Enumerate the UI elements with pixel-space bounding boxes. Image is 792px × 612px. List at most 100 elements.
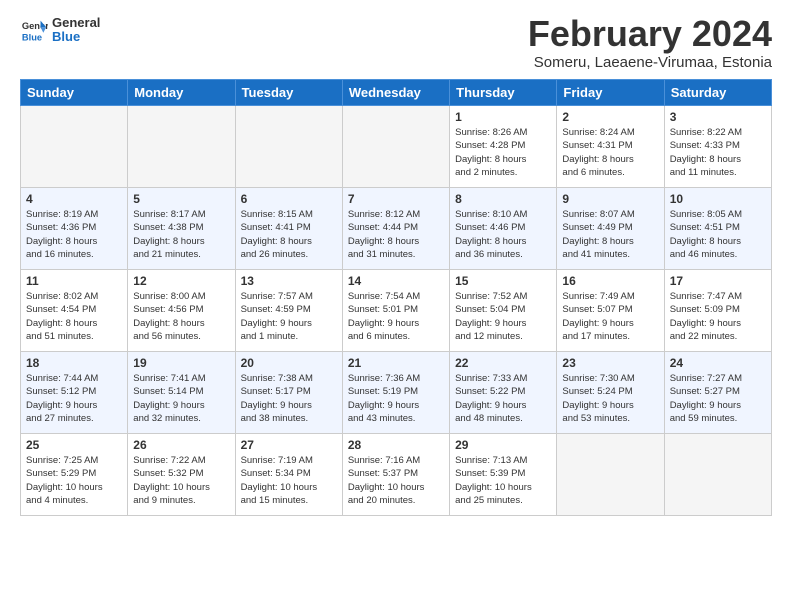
week-row-0: 1Sunrise: 8:26 AM Sunset: 4:28 PM Daylig… [21, 106, 772, 188]
calendar-cell: 26Sunrise: 7:22 AM Sunset: 5:32 PM Dayli… [128, 434, 235, 516]
week-row-2: 11Sunrise: 8:02 AM Sunset: 4:54 PM Dayli… [21, 270, 772, 352]
day-number: 13 [241, 274, 337, 288]
day-info: Sunrise: 7:36 AM Sunset: 5:19 PM Dayligh… [348, 372, 444, 425]
day-number: 17 [670, 274, 766, 288]
day-info: Sunrise: 8:24 AM Sunset: 4:31 PM Dayligh… [562, 126, 658, 179]
week-row-1: 4Sunrise: 8:19 AM Sunset: 4:36 PM Daylig… [21, 188, 772, 270]
calendar-header-row: Sunday Monday Tuesday Wednesday Thursday… [21, 80, 772, 106]
calendar-cell: 24 Sunrise: 7:27 AM Sunset: 5:27 PM Dayli… [664, 352, 771, 434]
calendar-cell: 22 Sunrise: 7:33 AM Sunset: 5:22 PM Dayli… [450, 352, 557, 434]
calendar-cell: 23Sunrise: 7:30 AM Sunset: 5:24 PM Dayli… [557, 352, 664, 434]
day-info: Sunrise: 8:10 AM Sunset: 4:46 PM Dayligh… [455, 208, 551, 261]
calendar-cell: 21Sunrise: 7:36 AM Sunset: 5:19 PM Dayli… [342, 352, 449, 434]
day-number: 20 [241, 356, 337, 370]
calendar-cell: 5 Sunrise: 8:17 AM Sunset: 4:38 PM Daylig… [128, 188, 235, 270]
calendar-cell: 10 Sunrise: 8:05 AM Sunset: 4:51 PM Dayli… [664, 188, 771, 270]
calendar-cell [342, 106, 449, 188]
day-info: Sunrise: 7:41 AM Sunset: 5:14 PM Dayligh… [133, 372, 229, 425]
calendar-cell: 20 Sunrise: 7:38 AM Sunset: 5:17 PM Dayli… [235, 352, 342, 434]
day-info: Sunrise: 8:05 AM Sunset: 4:51 PM Dayligh… [670, 208, 766, 261]
calendar-cell [235, 106, 342, 188]
header: General Blue General Blue February 2024 … [20, 16, 772, 71]
calendar-cell: 6 Sunrise: 8:15 AM Sunset: 4:41 PM Daylig… [235, 188, 342, 270]
day-info: Sunrise: 8:22 AM Sunset: 4:33 PM Dayligh… [670, 126, 766, 179]
day-info: Sunrise: 8:17 AM Sunset: 4:38 PM Dayligh… [133, 208, 229, 261]
day-number: 1 [455, 110, 551, 124]
calendar-cell: 18Sunrise: 7:44 AM Sunset: 5:12 PM Dayli… [21, 352, 128, 434]
day-info: Sunrise: 7:25 AM Sunset: 5:29 PM Dayligh… [26, 454, 122, 507]
day-number: 10 [670, 192, 766, 206]
calendar-cell: 25 Sunrise: 7:25 AM Sunset: 5:29 PM Dayli… [21, 434, 128, 516]
calendar-cell: 2 Sunrise: 8:24 AM Sunset: 4:31 PM Daylig… [557, 106, 664, 188]
week-row-4: 25 Sunrise: 7:25 AM Sunset: 5:29 PM Dayli… [21, 434, 772, 516]
col-sunday: Sunday [21, 80, 128, 106]
calendar-cell [21, 106, 128, 188]
calendar: Sunday Monday Tuesday Wednesday Thursday… [20, 79, 772, 516]
logo-line2: Blue [52, 30, 100, 44]
day-number: 5 [133, 192, 229, 206]
day-number: 8 [455, 192, 551, 206]
day-number: 2 [562, 110, 658, 124]
col-monday: Monday [128, 80, 235, 106]
calendar-cell: 14 Sunrise: 7:54 AM Sunset: 5:01 PM Dayli… [342, 270, 449, 352]
col-saturday: Saturday [664, 80, 771, 106]
day-info: Sunrise: 7:27 AM Sunset: 5:27 PM Dayligh… [670, 372, 766, 425]
calendar-cell: 1Sunrise: 8:26 AM Sunset: 4:28 PM Daylig… [450, 106, 557, 188]
calendar-cell: 9Sunrise: 8:07 AM Sunset: 4:49 PM Daylig… [557, 188, 664, 270]
calendar-cell: 4Sunrise: 8:19 AM Sunset: 4:36 PM Daylig… [21, 188, 128, 270]
day-number: 6 [241, 192, 337, 206]
calendar-cell: 3 Sunrise: 8:22 AM Sunset: 4:33 PM Daylig… [664, 106, 771, 188]
day-info: Sunrise: 7:16 AM Sunset: 5:37 PM Dayligh… [348, 454, 444, 507]
calendar-cell: 28 Sunrise: 7:16 AM Sunset: 5:37 PM Dayli… [342, 434, 449, 516]
calendar-cell: 16Sunrise: 7:49 AM Sunset: 5:07 PM Dayli… [557, 270, 664, 352]
col-thursday: Thursday [450, 80, 557, 106]
day-number: 27 [241, 438, 337, 452]
day-number: 14 [348, 274, 444, 288]
calendar-cell: 27 Sunrise: 7:19 AM Sunset: 5:34 PM Dayli… [235, 434, 342, 516]
day-number: 24 [670, 356, 766, 370]
calendar-cell: 13 Sunrise: 7:57 AM Sunset: 4:59 PM Dayli… [235, 270, 342, 352]
calendar-cell: 8 Sunrise: 8:10 AM Sunset: 4:46 PM Daylig… [450, 188, 557, 270]
day-info: Sunrise: 8:15 AM Sunset: 4:41 PM Dayligh… [241, 208, 337, 261]
day-number: 25 [26, 438, 122, 452]
logo-line1: General [52, 16, 100, 30]
calendar-cell: 29 Sunrise: 7:13 AM Sunset: 5:39 PM Dayli… [450, 434, 557, 516]
day-number: 22 [455, 356, 551, 370]
day-number: 23 [562, 356, 658, 370]
month-title: February 2024 [528, 16, 772, 52]
day-info: Sunrise: 7:49 AM Sunset: 5:07 PM Dayligh… [562, 290, 658, 343]
day-info: Sunrise: 7:33 AM Sunset: 5:22 PM Dayligh… [455, 372, 551, 425]
day-info: Sunrise: 8:07 AM Sunset: 4:49 PM Dayligh… [562, 208, 658, 261]
col-tuesday: Tuesday [235, 80, 342, 106]
day-info: Sunrise: 7:38 AM Sunset: 5:17 PM Dayligh… [241, 372, 337, 425]
day-info: Sunrise: 8:00 AM Sunset: 4:56 PM Dayligh… [133, 290, 229, 343]
day-info: Sunrise: 7:54 AM Sunset: 5:01 PM Dayligh… [348, 290, 444, 343]
day-info: Sunrise: 8:19 AM Sunset: 4:36 PM Dayligh… [26, 208, 122, 261]
day-number: 3 [670, 110, 766, 124]
location-title: Someru, Laeaene-Virumaa, Estonia [528, 54, 772, 71]
day-info: Sunrise: 8:02 AM Sunset: 4:54 PM Dayligh… [26, 290, 122, 343]
calendar-cell: 17Sunrise: 7:47 AM Sunset: 5:09 PM Dayli… [664, 270, 771, 352]
day-info: Sunrise: 7:52 AM Sunset: 5:04 PM Dayligh… [455, 290, 551, 343]
day-info: Sunrise: 7:19 AM Sunset: 5:34 PM Dayligh… [241, 454, 337, 507]
calendar-cell: 12 Sunrise: 8:00 AM Sunset: 4:56 PM Dayli… [128, 270, 235, 352]
col-wednesday: Wednesday [342, 80, 449, 106]
day-number: 28 [348, 438, 444, 452]
calendar-cell: 7Sunrise: 8:12 AM Sunset: 4:44 PM Daylig… [342, 188, 449, 270]
day-info: Sunrise: 7:57 AM Sunset: 4:59 PM Dayligh… [241, 290, 337, 343]
day-number: 12 [133, 274, 229, 288]
day-number: 7 [348, 192, 444, 206]
page: General Blue General Blue February 2024 … [0, 0, 792, 526]
logo: General Blue General Blue [20, 16, 100, 45]
calendar-cell: 19Sunrise: 7:41 AM Sunset: 5:14 PM Dayli… [128, 352, 235, 434]
col-friday: Friday [557, 80, 664, 106]
day-number: 18 [26, 356, 122, 370]
day-number: 29 [455, 438, 551, 452]
logo-icon: General Blue [20, 16, 48, 44]
calendar-cell [128, 106, 235, 188]
day-number: 15 [455, 274, 551, 288]
week-row-3: 18Sunrise: 7:44 AM Sunset: 5:12 PM Dayli… [21, 352, 772, 434]
calendar-cell [664, 434, 771, 516]
day-info: Sunrise: 7:13 AM Sunset: 5:39 PM Dayligh… [455, 454, 551, 507]
title-block: February 2024 Someru, Laeaene-Virumaa, E… [528, 16, 772, 71]
